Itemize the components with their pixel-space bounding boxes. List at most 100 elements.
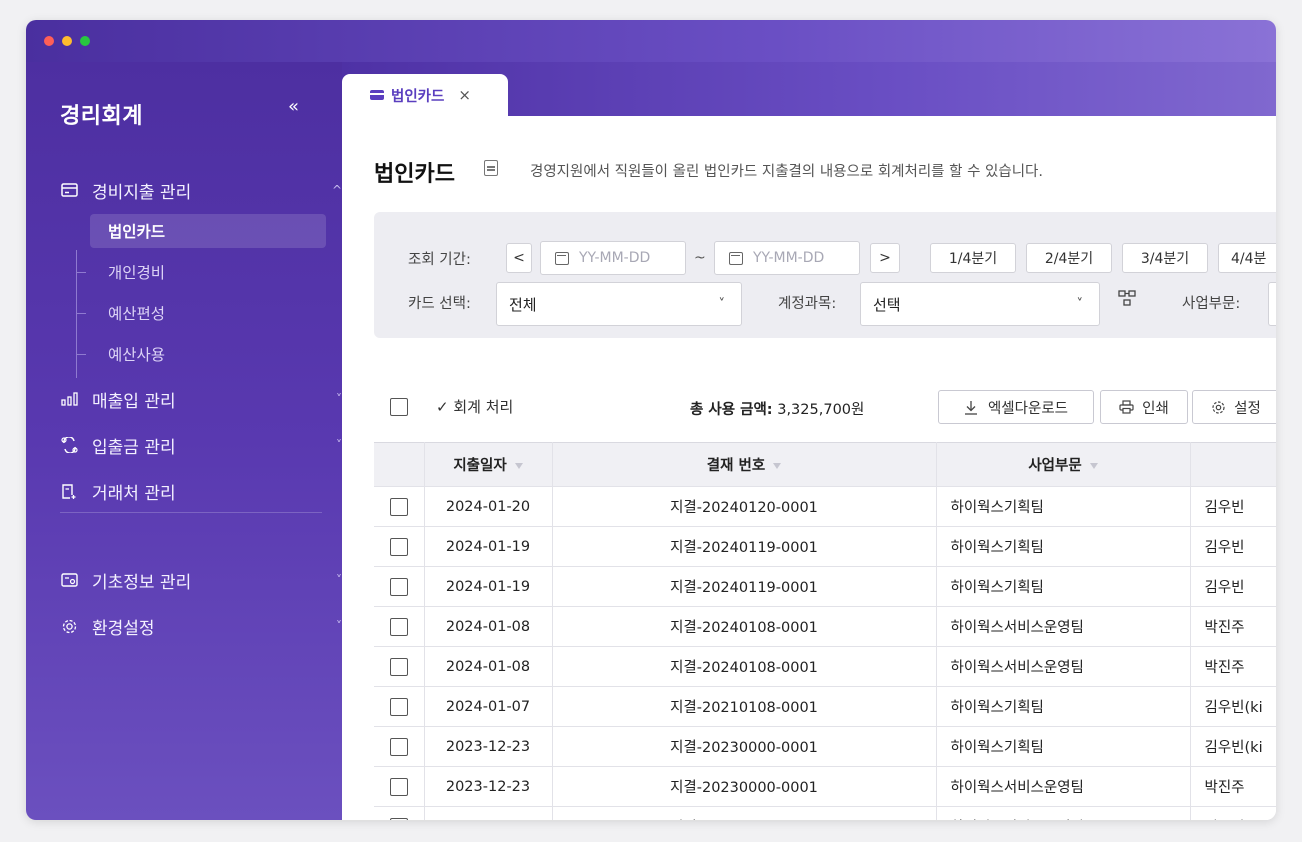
row-checkbox-cell [374,486,425,527]
row-checkbox[interactable] [389,537,408,556]
print-button[interactable]: 인쇄 [1100,390,1188,424]
start-date-input[interactable]: YY-MM-DD [540,241,686,275]
window-maximize-button[interactable] [80,36,90,46]
business-unit-label: 사업부문: [1182,296,1241,312]
hierarchy-icon[interactable] [1118,290,1136,310]
sidebar-subitem-budget-plan[interactable]: 예산편성 [90,296,326,330]
tab-corporate-card[interactable]: 법인카드 × [342,74,508,116]
window-close-button[interactable] [44,36,54,46]
period-next-button[interactable]: > [870,243,900,273]
page-description: 경영지원에서 직원들이 올린 법인카드 지출결의 내용으로 회계처리를 할 수 … [530,164,1043,180]
row-checkbox-cell [374,806,425,820]
sort-icon[interactable] [514,463,523,469]
cell-date: 2024-01-07 [424,686,553,727]
main-content: 법인카드 × 법인카드 경영지원에서 직원들이 올린 법인카드 지출결의 내용으… [342,62,1276,820]
period-prev-button[interactable]: < [506,243,532,273]
quarter-4-button[interactable]: 4/4분 [1218,243,1276,273]
tab-close-button[interactable]: × [458,86,471,104]
sidebar-subitem-corporate-card[interactable]: 법인카드 [90,214,326,248]
date-range-separator: ~ [694,250,706,266]
sidebar-collapse-button[interactable]: « [288,96,299,117]
table-row[interactable]: 2023-12-23지결-20230000-0001하이웍스서비스운영팀김우빈 [374,806,1276,820]
expense-table: 지출일자 결재 번호 사업부문 지 2024-01-20지결-20240120-… [374,442,1276,820]
table-row[interactable]: 2024-01-08 지결-20240108-0001 하이웍스서비스운영팀 박진주 [374,606,1276,647]
quarter-1-button[interactable]: 1/4분기 [930,243,1016,273]
card-select[interactable]: 전체 ˅ [496,282,742,326]
table-row[interactable]: 2024-01-07 지결-20210108-0001 하이웍스기획팀 김우빈(ki [374,686,1276,727]
chevron-down-icon: ˅ [1076,296,1084,312]
total-amount: 총 사용 금액: 3,325,700원 [690,398,864,419]
cell-submitter: 김우빈 [1190,806,1276,820]
table-row[interactable]: 2023-12-23 지결-20230000-0001 하이웍스기획팀 김우빈(ki [374,726,1276,767]
column-header-date[interactable]: 지출일자 [424,442,553,487]
id-card-icon [60,571,78,589]
filter-panel: 조회 기간: < YY-MM-DD ~ YY-MM-DD > 1/4분기 2/4… [374,212,1276,338]
row-checkbox[interactable] [389,737,408,756]
column-header-approval-no[interactable]: 결재 번호 [552,442,937,487]
download-icon [964,400,977,415]
sidebar-item-label: 기초정보 관리 [92,572,192,593]
cell-date: 2024-01-20 [424,486,553,527]
quarter-3-button[interactable]: 3/4분기 [1122,243,1208,273]
excel-download-button[interactable]: 엑셀다운로드 [938,390,1094,424]
sidebar: 경리회계 « 경비지출 관리 ^ 법인카드 개인경비 예산편성 예산사용 매출입… [26,62,342,820]
row-checkbox[interactable] [389,497,408,516]
cell-submitter: 김우빈(ki [1190,686,1276,727]
cell-submitter: 김우빈 [1190,526,1276,567]
credit-card-icon [370,90,384,100]
card-select-label: 카드 선택: [408,296,471,312]
table-row[interactable]: 2023-12-23 지결-20230000-0001 하이웍스서비스운영팀 박진주 [374,766,1276,807]
account-select-value: 선택 [873,295,901,314]
select-all-checkbox[interactable] [390,398,408,416]
row-checkbox[interactable] [389,777,408,796]
column-header-business-unit[interactable]: 사업부문 [936,442,1191,487]
sidebar-item-expense[interactable]: 경비지출 관리 ^ [60,176,342,204]
row-checkbox[interactable] [389,697,408,716]
row-checkbox[interactable] [389,577,408,596]
accounting-process-button[interactable]: ✓ 회계 처리 [436,396,513,417]
end-date-input[interactable]: YY-MM-DD [714,241,860,275]
cell-submitter: 김우빈 [1190,566,1276,607]
document-icon[interactable] [484,160,498,176]
account-select-label: 계정과목: [778,296,837,312]
row-checkbox[interactable] [389,817,408,820]
row-checkbox[interactable] [389,617,408,636]
table-row[interactable]: 2024-01-08 지결-20240108-0001 하이웍스서비스운영팀 박진주 [374,646,1276,687]
sidebar-item-sales[interactable]: 매출입 관리 ˅ [60,385,342,413]
calendar-icon [555,251,569,265]
cell-submitter: 박진주 [1190,646,1276,687]
print-label: 인쇄 [1142,400,1169,417]
sidebar-subitem-budget-use[interactable]: 예산사용 [90,337,326,371]
sort-icon[interactable] [773,463,782,469]
sort-icon[interactable] [1089,463,1098,469]
settings-button[interactable]: 설정 [1192,390,1276,424]
credit-card-icon [60,181,78,199]
account-select[interactable]: 선택 ˅ [860,282,1100,326]
table-row[interactable]: 2024-01-20 지결-20240120-0001 하이웍스기획팀 김우빈 [374,486,1276,527]
cell-business-unit: 하이웍스기획팀 [936,486,1191,527]
cell-date: 2023-12-23 [424,766,553,807]
submenu-tick [76,354,86,355]
quarter-2-button[interactable]: 2/4분기 [1026,243,1112,273]
table-row[interactable]: 2024-01-19 지결-20240119-0001 하이웍스기획팀 김우빈 [374,526,1276,567]
table-row[interactable]: 2024-01-19 지결-20240119-0001 하이웍스기획팀 김우빈 [374,566,1276,607]
sidebar-item-master-data[interactable]: 기초정보 관리 ˅ [60,566,342,594]
cell-business-unit: 하이웍스기획팀 [936,566,1191,607]
sidebar-item-settings[interactable]: 환경설정 ˅ [60,612,342,640]
period-label: 조회 기간: [408,252,471,268]
business-unit-select[interactable] [1268,282,1276,326]
sidebar-item-cashflow[interactable]: 입출금 관리 ˅ [60,431,342,459]
sidebar-item-label: 입출금 관리 [92,437,176,458]
cell-submitter: 박진주 [1190,606,1276,647]
column-header-submitter[interactable]: 지 [1190,442,1276,487]
cell-approval-no: 지결-20240108-0001 [552,606,937,647]
cell-business-unit: 하이웍스기획팀 [936,686,1191,727]
cell-business-unit: 하이웍스기획팀 [936,726,1191,767]
sidebar-subitem-personal-expense[interactable]: 개인경비 [90,255,326,289]
window-minimize-button[interactable] [62,36,72,46]
cell-business-unit: 하이웍스기획팀 [936,526,1191,567]
cell-approval-no: 지결-20240119-0001 [552,526,937,567]
cell-submitter: 김우빈(ki [1190,726,1276,767]
row-checkbox[interactable] [389,657,408,676]
sidebar-item-vendors[interactable]: 거래처 관리 [60,477,320,505]
